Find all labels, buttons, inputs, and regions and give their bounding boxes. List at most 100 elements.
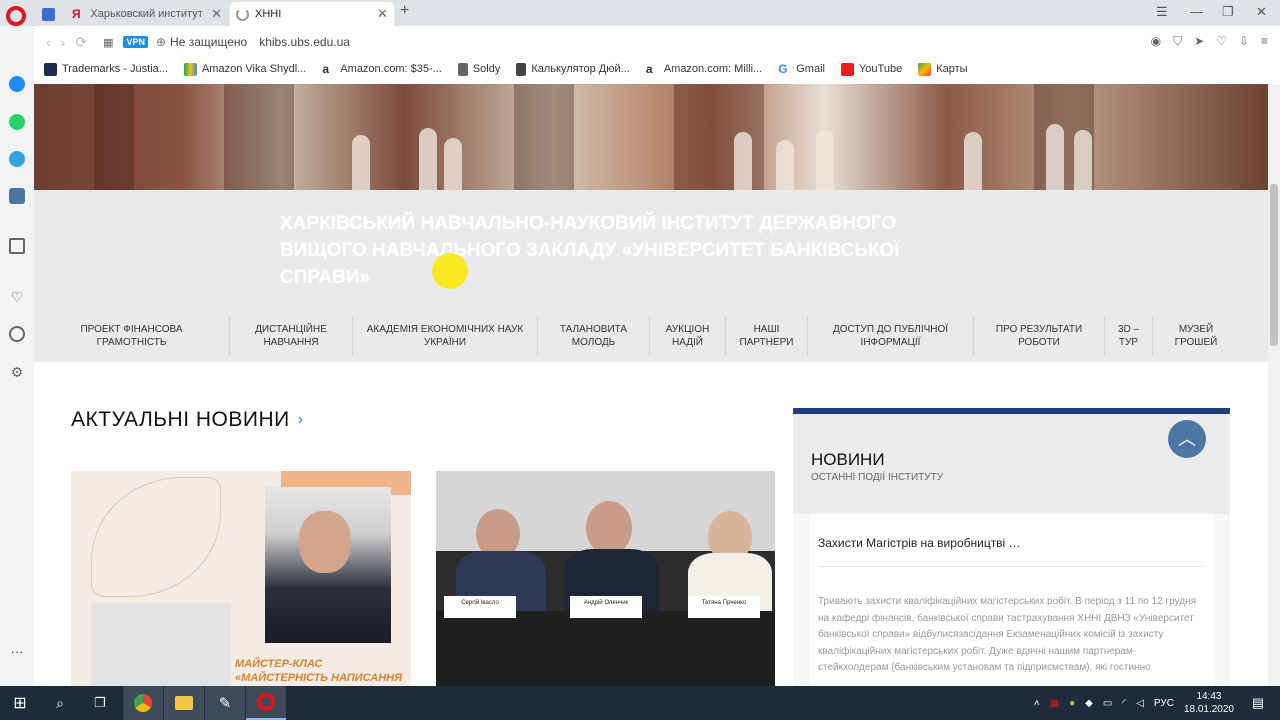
chevron-up-icon[interactable]: ˄ xyxy=(1034,698,1040,709)
yandex-icon: Я xyxy=(72,6,81,21)
bookmark-label: Amazon.com: Milli... xyxy=(663,63,763,75)
heart-icon[interactable]: ♡ xyxy=(9,289,25,305)
mail-tab[interactable] xyxy=(36,2,64,26)
news-card-conference[interactable]: Сергій Івасло Андрій Оленчик Тетяна Гірч… xyxy=(436,471,775,686)
bookmark[interactable]: Калькулятор Дюй... xyxy=(516,62,630,76)
page-icon xyxy=(457,62,468,76)
paint-icon[interactable]: ✎ xyxy=(205,686,245,720)
news-heading[interactable]: АКТУАЛЬНІ НОВИНИ › xyxy=(71,408,304,432)
main-menu: ПРОЕКТ ФІНАНСОВА ГРАМОТНІСТЬ ДИСТАНЦІЙНЕ… xyxy=(34,316,1268,356)
bookmark-label: Soldy xyxy=(472,63,501,75)
app-tray-icon[interactable]: ◆ xyxy=(1085,698,1093,709)
bookmark[interactable]: Soldy xyxy=(457,62,501,76)
globe-icon: ⊕ xyxy=(155,35,167,49)
send-icon[interactable] xyxy=(9,238,25,254)
institute-title: ХАРКІВСЬКИЙ НАВЧАЛЬНО-НАУКОВИЙ ІНСТИТУТ … xyxy=(280,213,900,288)
clock[interactable]: 14:43 18.01.2020 xyxy=(1184,690,1234,716)
bookmark[interactable]: Карты xyxy=(918,62,968,76)
settings-icon[interactable]: ⚙ xyxy=(9,364,25,380)
speed-dial-icon[interactable]: ▦ xyxy=(103,36,113,49)
more-icon[interactable]: ··· xyxy=(9,644,25,660)
messenger-icon[interactable] xyxy=(9,76,25,92)
menu-item-public-info[interactable]: ДОСТУП ДО ПУБЛІЧНОЇ ІНФОРМАЦІЇ xyxy=(808,316,974,356)
url-input[interactable]: khibs.ubs.edu.ua xyxy=(259,35,350,49)
google-icon: G xyxy=(778,61,788,76)
bookmark[interactable]: G Gmail xyxy=(778,63,825,76)
menu-icon[interactable]: ≡ xyxy=(1261,34,1268,49)
notifications-icon[interactable]: ▤ xyxy=(1238,686,1278,720)
history-icon[interactable] xyxy=(9,326,25,342)
close-tab-icon[interactable]: ✕ xyxy=(377,6,388,22)
scroll-top-button[interactable]: ︿ xyxy=(1168,420,1206,458)
news-item-title[interactable]: Захисти Магістрів на виробництві … xyxy=(818,536,1021,550)
youtube-icon xyxy=(840,62,854,76)
menu-item-results[interactable]: ПРО РЕЗУЛЬТАТИ РОБОТИ xyxy=(974,316,1105,356)
download-icon[interactable]: ⇩ xyxy=(1239,34,1249,49)
amazon-icon: a xyxy=(645,61,653,76)
bookmark[interactable]: Amazon Vika Shydl... xyxy=(183,62,307,76)
tab-menu-icon[interactable]: ☰ xyxy=(1156,4,1168,20)
app-tray-icon[interactable]: ● xyxy=(1069,698,1075,709)
tab-strip: Я Харьковский институт бан ✕ ХННІ ✕ + ☰ … xyxy=(0,0,1280,26)
minimize-icon[interactable]: — xyxy=(1190,4,1203,19)
bookmark[interactable]: YouTube xyxy=(840,62,902,76)
whatsapp-icon[interactable] xyxy=(9,114,25,130)
news-item-text: Тривають захисти кваліфікаційних магісте… xyxy=(818,596,1197,673)
chrome-icon[interactable] xyxy=(123,686,163,720)
cursor-highlight xyxy=(432,253,468,289)
card-caption: МАЙСТЕР-КЛАС «МАЙСТЕРНІСТЬ НАПИСАННЯ xyxy=(235,658,403,684)
telegram-icon[interactable] xyxy=(9,151,25,167)
menu-item-financial-literacy[interactable]: ПРОЕКТ ФІНАНСОВА ГРАМОТНІСТЬ xyxy=(34,316,230,356)
sidebar: ♡ ⚙ ··· xyxy=(0,26,34,686)
language-indicator[interactable]: РУС xyxy=(1154,698,1174,709)
network-icon[interactable]: ◜ xyxy=(1122,698,1126,709)
calculator-icon xyxy=(516,62,527,76)
opera-icon[interactable] xyxy=(6,6,26,26)
tab-khnni[interactable]: ХННІ ✕ xyxy=(230,2,394,26)
tab-kharkiv-institute[interactable]: Я Харьковский институт бан ✕ xyxy=(66,2,228,26)
page-scrollbar[interactable] xyxy=(1268,84,1280,686)
loading-icon xyxy=(236,7,249,21)
scrollbar-thumb[interactable] xyxy=(1270,184,1278,346)
nav-buttons[interactable]: ‹›⟳ xyxy=(46,34,97,51)
close-tab-icon[interactable]: ✕ xyxy=(211,6,222,22)
volume-icon[interactable]: ◁ xyxy=(1136,698,1144,709)
app-tray-icon[interactable]: ▦ xyxy=(1050,698,1059,709)
name-tag: Андрій Оленчик xyxy=(570,596,642,618)
send-icon[interactable]: ➤ xyxy=(1194,34,1204,49)
menu-item-academy[interactable]: АКАДЕМІЯ ЕКОНОМІЧНИХ НАУК УКРАЇНИ xyxy=(353,316,538,356)
menu-item-museum[interactable]: МУЗЕЙ ГРОШЕЙ xyxy=(1153,316,1239,356)
tab-label: ХННІ xyxy=(255,8,282,20)
menu-item-auction[interactable]: АУКЦІОН НАДІЙ xyxy=(650,316,726,356)
news-card-masterclass[interactable]: МАЙСТЕР-КЛАС «МАЙСТЕРНІСТЬ НАПИСАННЯ xyxy=(71,471,411,686)
amazon-icon: a xyxy=(322,61,329,76)
system-tray: ˄ ▦ ● ◆ ▭ ◜ ◁ РУС 14:43 18.01.2020 xyxy=(1034,686,1234,720)
security-status[interactable]: Не защищено xyxy=(170,35,247,49)
bookmark-label: Amazon Vika Shydl... xyxy=(201,63,307,75)
shield-icon[interactable]: ⛉ xyxy=(1173,34,1182,49)
explorer-icon[interactable] xyxy=(164,686,204,720)
mail-icon xyxy=(42,7,55,21)
bookmark[interactable]: a Amazon.com: Milli... xyxy=(646,63,762,76)
close-window-icon[interactable]: ✕ xyxy=(1256,4,1267,20)
new-tab-icon[interactable]: + xyxy=(400,2,409,20)
bookmark-label: Gmail xyxy=(796,63,825,75)
bookmark[interactable]: a Amazon.com: $35-... xyxy=(322,63,442,76)
menu-item-distance-learning[interactable]: ДИСТАНЦІЙНЕ НАВЧАННЯ xyxy=(230,316,353,356)
battery-icon[interactable]: ▭ xyxy=(1103,698,1112,709)
heart-icon[interactable]: ♡ xyxy=(1216,34,1227,49)
vk-icon[interactable] xyxy=(9,188,25,204)
camera-icon[interactable]: ◉ xyxy=(1151,34,1161,49)
windows-start-icon[interactable]: ⊞ xyxy=(0,686,40,720)
task-view-icon[interactable]: ❐ xyxy=(80,686,120,720)
chevron-right-icon: › xyxy=(297,411,304,428)
search-icon[interactable]: ⌕ xyxy=(40,686,80,720)
menu-item-partners[interactable]: НАШІ ПАРТНЕРИ xyxy=(726,316,808,356)
maximize-icon[interactable]: ❐ xyxy=(1222,4,1234,20)
tab-label: Харьковский институт бан xyxy=(90,8,205,20)
opera-taskbar-icon[interactable] xyxy=(246,686,286,720)
menu-item-talented-youth[interactable]: ТАЛАНОВИТА МОЛОДЬ xyxy=(538,316,650,356)
vpn-badge[interactable]: VPN xyxy=(123,36,148,48)
menu-item-3d-tour[interactable]: 3D – ТУР xyxy=(1105,316,1153,356)
bookmark[interactable]: Trademarks - Justia... xyxy=(44,62,168,76)
